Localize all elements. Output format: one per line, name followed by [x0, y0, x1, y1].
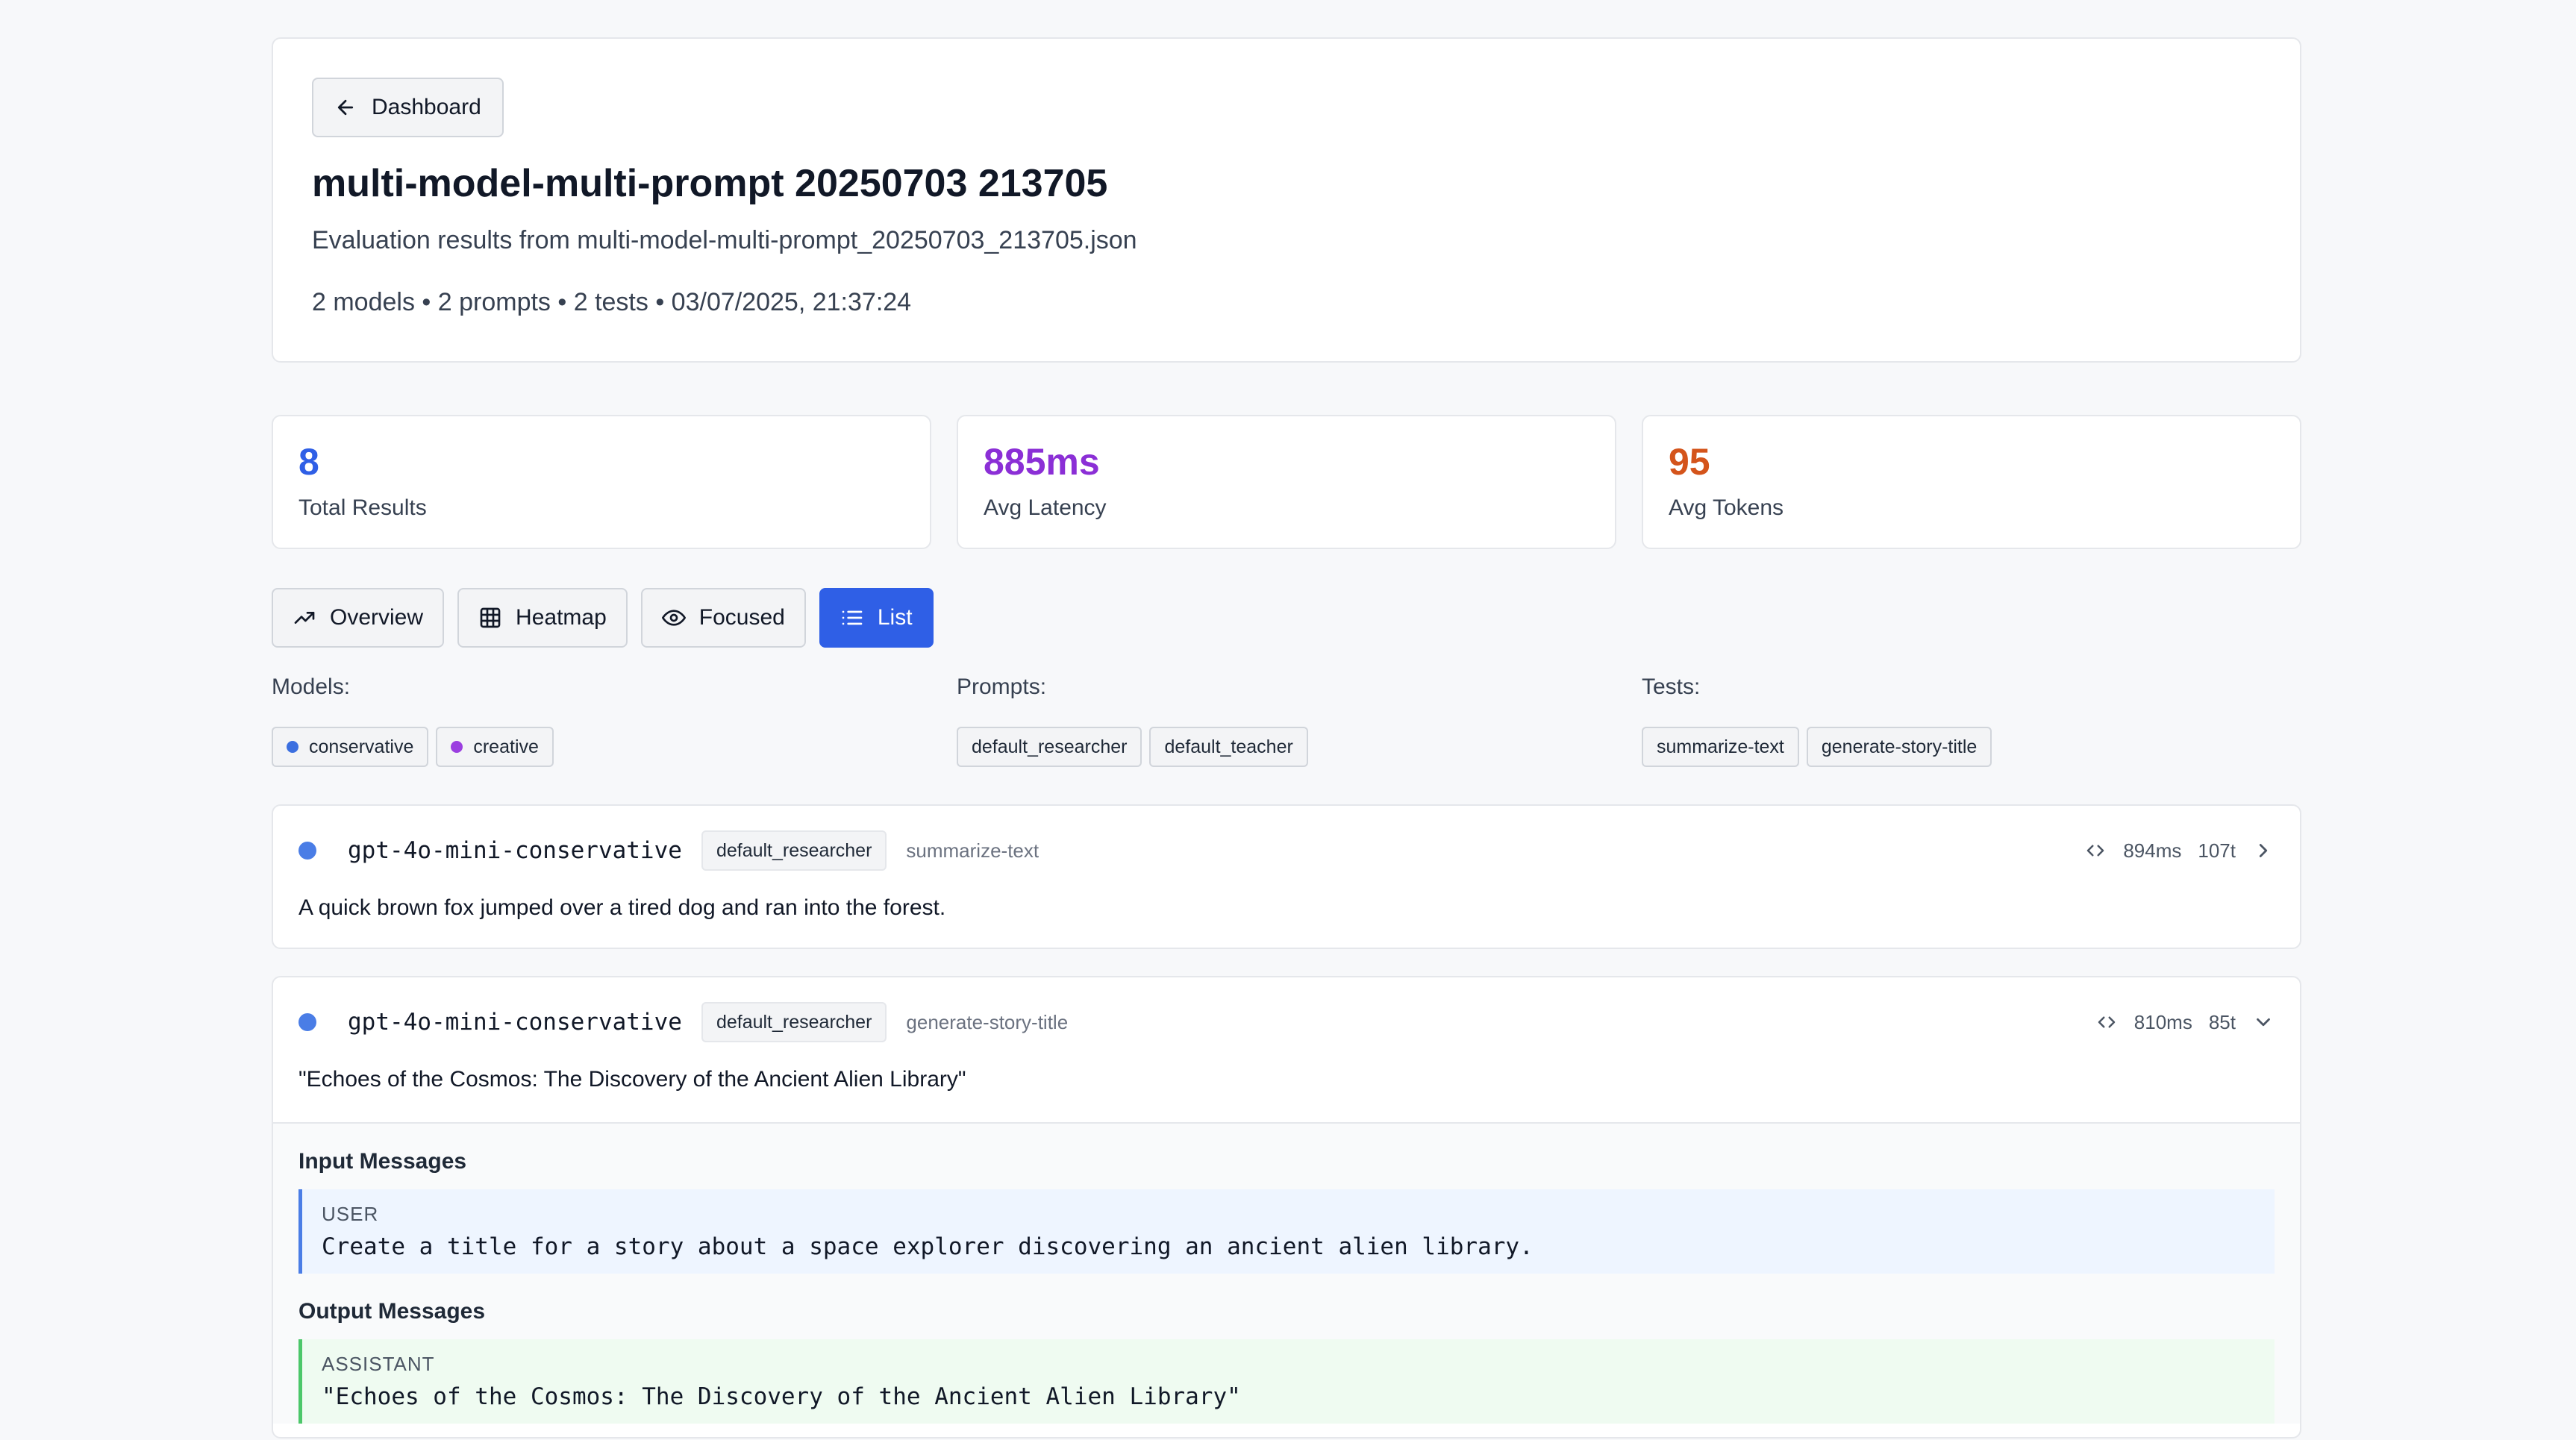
token-count: 107t [2198, 839, 2236, 862]
test-chip-summarize-text[interactable]: summarize-text [1642, 727, 1799, 767]
list-icon [842, 610, 863, 625]
tab-label: Focused [698, 605, 785, 630]
header-card: Dashboard multi-model-multi-prompt 20250… [272, 37, 2301, 363]
tab-label: Heatmap [516, 605, 607, 630]
model-name: gpt-4o-mini-conservative [348, 1009, 682, 1036]
result-details: Input Messages USER Create a title for a… [273, 1122, 2300, 1424]
message-content: "Echoes of the Cosmos: The Discovery of … [322, 1383, 1241, 1410]
arrow-left-icon [337, 99, 354, 116]
prompt-badge: default_researcher [701, 830, 887, 871]
chip-label: creative [473, 736, 539, 757]
run-meta: 2 models • 2 prompts • 2 tests • 03/07/2… [312, 288, 912, 317]
prompt-badge: default_researcher [701, 1002, 887, 1042]
test-name: generate-story-title [906, 1010, 1069, 1033]
color-dot-icon [287, 741, 298, 753]
stat-total-results: 8 Total Results [272, 415, 931, 549]
tab-label: List [877, 605, 913, 630]
output-messages-heading: Output Messages [298, 1299, 486, 1324]
view-tabs: Overview Heatmap Focused List [272, 588, 2301, 648]
test-name: summarize-text [906, 839, 1040, 862]
chip-label: conservative [309, 736, 414, 757]
filter-label: Prompts: [957, 674, 1047, 699]
model-name: gpt-4o-mini-conservative [348, 837, 682, 864]
tab-heatmap[interactable]: Heatmap [457, 588, 628, 648]
model-color-dot-icon [298, 1013, 316, 1031]
stat-avg-latency: 885ms Avg Latency [957, 415, 1616, 549]
latency: 894ms [2123, 839, 2182, 862]
filters: Models: conservative creative Prompts: d… [272, 674, 2301, 767]
back-button-label: Dashboard [372, 95, 481, 119]
page-subtitle: Evaluation results from multi-model-mult… [312, 226, 1137, 255]
stat-value: 885ms [984, 441, 1100, 483]
model-chip-creative[interactable]: creative [436, 727, 554, 767]
tab-label: Overview [330, 605, 424, 630]
message-content: Create a title for a story about a space… [322, 1233, 1534, 1260]
result-output: A quick brown fox jumped over a tired do… [298, 895, 946, 920]
model-color-dot-icon [298, 842, 316, 860]
result-card[interactable]: gpt-4o-mini-conservative default_researc… [272, 804, 2301, 949]
tests-filter: Tests: summarize-text generate-story-tit… [1642, 674, 2301, 767]
code-icon[interactable] [2095, 1011, 2118, 1033]
model-chip-conservative[interactable]: conservative [272, 727, 429, 767]
page-title: multi-model-multi-prompt 20250703 213705 [312, 162, 1108, 205]
stat-avg-tokens: 95 Avg Tokens [1642, 415, 2301, 549]
latency: 810ms [2133, 1010, 2192, 1033]
token-count: 85t [2208, 1010, 2236, 1033]
stat-value: 95 [1669, 441, 1710, 483]
prompts-filter: Prompts: default_researcher default_teac… [957, 674, 1616, 767]
back-to-dashboard-button[interactable]: Dashboard [312, 78, 504, 137]
stat-label: Total Results [298, 495, 427, 520]
chevron-down-icon[interactable] [2252, 1011, 2275, 1033]
assistant-message: ASSISTANT "Echoes of the Cosmos: The Dis… [298, 1339, 2275, 1424]
grid-icon [480, 607, 501, 628]
code-icon[interactable] [2084, 839, 2107, 862]
input-messages-heading: Input Messages [298, 1149, 467, 1174]
result-header[interactable]: gpt-4o-mini-conservative default_researc… [273, 977, 2300, 1067]
stat-value: 8 [298, 441, 319, 483]
prompt-chip-default-researcher[interactable]: default_researcher [957, 727, 1142, 767]
page: Dashboard multi-model-multi-prompt 20250… [272, 37, 2301, 1439]
trending-up-icon [294, 612, 315, 624]
result-card-expanded[interactable]: gpt-4o-mini-conservative default_researc… [272, 976, 2301, 1439]
prompt-chip-default-teacher[interactable]: default_teacher [1149, 727, 1308, 767]
models-filter: Models: conservative creative [272, 674, 931, 767]
stats-row: 8 Total Results 885ms Avg Latency 95 Avg… [272, 415, 2301, 549]
stat-label: Avg Tokens [1669, 495, 1783, 520]
message-role: ASSISTANT [322, 1353, 435, 1375]
filter-label: Tests: [1642, 674, 1701, 699]
tab-focused[interactable]: Focused [640, 588, 806, 648]
color-dot-icon [451, 741, 463, 753]
chevron-right-icon[interactable] [2252, 839, 2275, 862]
tab-list[interactable]: List [819, 588, 934, 648]
user-message: USER Create a title for a story about a … [298, 1189, 2275, 1274]
eye-icon [661, 610, 686, 626]
result-header[interactable]: gpt-4o-mini-conservative default_researc… [273, 806, 2300, 895]
result-output: "Echoes of the Cosmos: The Discovery of … [298, 1067, 966, 1092]
filter-label: Models: [272, 674, 351, 699]
test-chip-generate-story-title[interactable]: generate-story-title [1806, 727, 1992, 767]
message-role: USER [322, 1203, 379, 1225]
stat-label: Avg Latency [984, 495, 1107, 520]
tab-overview[interactable]: Overview [272, 588, 445, 648]
